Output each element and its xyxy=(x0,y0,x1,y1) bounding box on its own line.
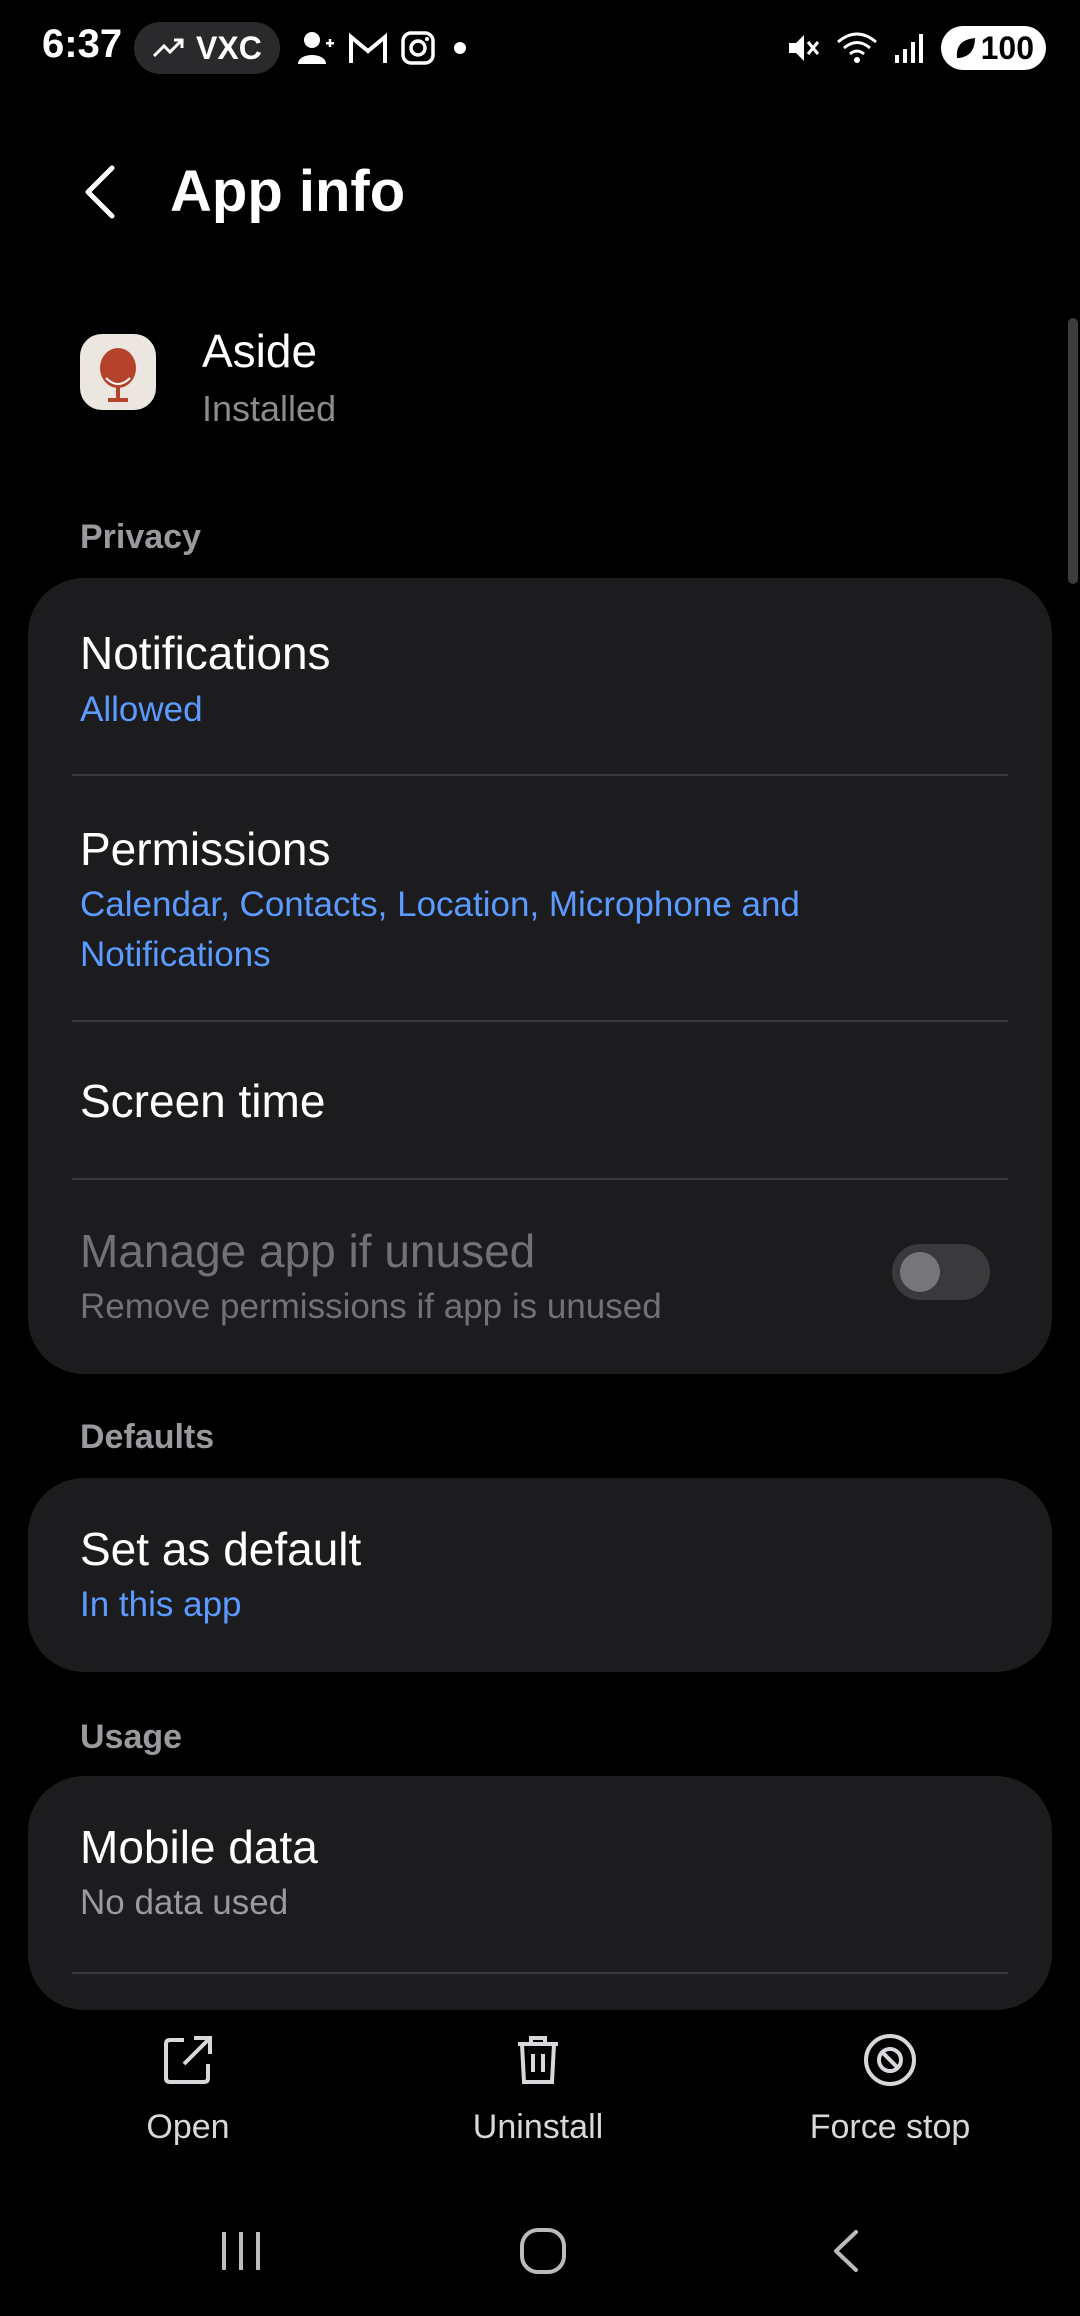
notifications-item[interactable]: Notifications Allowed xyxy=(28,578,1052,776)
aside-logo-icon xyxy=(100,348,136,402)
set-as-default-title: Set as default xyxy=(80,1523,362,1575)
mobile-data-item[interactable]: Mobile data No data used xyxy=(28,1776,1052,1972)
app-name: Aside xyxy=(202,325,318,377)
status-time: 6:37 xyxy=(42,22,123,66)
bottom-action-bar: Open Uninstall Force stop xyxy=(0,2020,1080,2180)
section-label-usage: Usage xyxy=(80,1718,183,1756)
battery-indicator: 100 xyxy=(940,26,1046,70)
add-contact-icon xyxy=(298,32,334,64)
back-nav-button[interactable] xyxy=(822,2226,872,2276)
pill-text: VXC xyxy=(196,29,262,66)
recents-button[interactable] xyxy=(216,2226,266,2276)
scrollbar[interactable] xyxy=(1068,318,1078,584)
system-icons: 100 xyxy=(785,26,1046,70)
section-label-defaults: Defaults xyxy=(80,1418,215,1456)
signal-icon xyxy=(894,34,923,63)
set-as-default-item[interactable]: Set as default In this app xyxy=(28,1478,1052,1672)
gmail-icon xyxy=(349,32,387,63)
open-label: Open xyxy=(146,2108,230,2146)
permissions-value: Calendar, Contacts, Location, Microphone… xyxy=(80,885,800,974)
uninstall-label: Uninstall xyxy=(472,2108,604,2146)
instagram-icon xyxy=(401,31,435,65)
notification-icons xyxy=(296,28,472,68)
uninstall-button[interactable]: Uninstall xyxy=(408,2020,668,2147)
open-external-icon xyxy=(164,2036,212,2084)
force-stop-label: Force stop xyxy=(809,2108,971,2146)
status-bar: 6:37 VXC 100 xyxy=(0,0,1080,96)
usage-card: Mobile data No data used xyxy=(28,1776,1052,2010)
manage-app-if-unused-item[interactable]: Manage app if unused Remove permissions … xyxy=(28,1180,1052,1374)
screen-time-title: Screen time xyxy=(80,1075,326,1127)
manage-app-title: Manage app if unused xyxy=(80,1225,536,1277)
force-stop-button[interactable]: Force stop xyxy=(760,2020,1020,2147)
divider xyxy=(72,1972,1008,1974)
wifi-icon xyxy=(836,32,877,63)
app-install-status: Installed xyxy=(202,388,337,429)
home-button[interactable] xyxy=(518,2226,568,2276)
mobile-data-value: No data used xyxy=(80,1883,289,1922)
page-title: App info xyxy=(170,159,406,224)
trending-pill: VXC xyxy=(134,22,280,74)
section-label-privacy: Privacy xyxy=(80,518,201,556)
app-info-screen: 6:37 VXC 100 App info Aside Installed Pr… xyxy=(0,0,1080,2316)
notifications-value: Allowed xyxy=(80,690,203,729)
toggle-knob xyxy=(900,1252,940,1292)
notifications-title: Notifications xyxy=(80,627,331,679)
manage-app-toggle[interactable] xyxy=(892,1244,990,1300)
app-summary: Aside Installed xyxy=(0,320,1080,440)
trending-up-icon xyxy=(152,38,184,58)
privacy-card: Notifications Allowed Permissions Calend… xyxy=(28,578,1052,1374)
mute-icon xyxy=(788,35,819,61)
more-dot-icon xyxy=(454,42,466,54)
battery-level: 100 xyxy=(980,29,1034,66)
screen-time-item[interactable]: Screen time xyxy=(28,1022,1052,1180)
open-button[interactable]: Open xyxy=(58,2020,318,2147)
app-icon xyxy=(80,334,156,410)
permissions-title: Permissions xyxy=(80,823,331,875)
back-button[interactable] xyxy=(76,162,126,222)
force-stop-icon xyxy=(864,2034,916,2086)
header: App info xyxy=(0,150,1080,230)
battery-saver-leaf-icon xyxy=(956,38,975,58)
trash-icon xyxy=(518,2036,558,2084)
defaults-card: Set as default In this app xyxy=(28,1478,1052,1672)
manage-app-subtitle: Remove permissions if app is unused xyxy=(80,1287,662,1326)
set-as-default-value: In this app xyxy=(80,1585,242,1624)
permissions-item[interactable]: Permissions Calendar, Contacts, Location… xyxy=(28,776,1052,1022)
mobile-data-title: Mobile data xyxy=(80,1821,318,1873)
navigation-bar xyxy=(0,2210,1080,2300)
